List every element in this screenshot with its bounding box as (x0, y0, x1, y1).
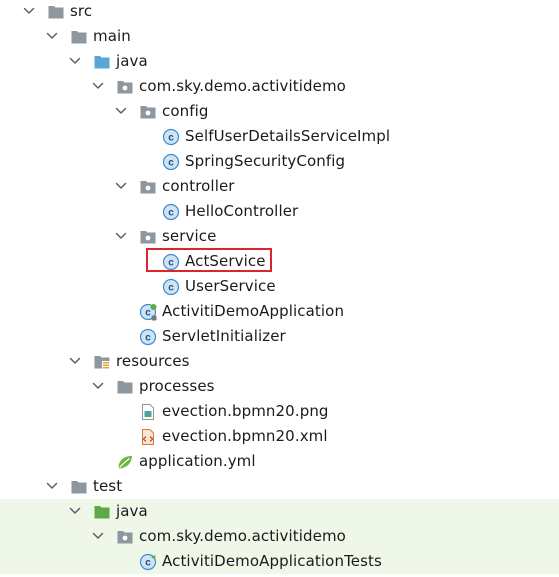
tree-item-label: ActivitiDemoApplication (162, 302, 345, 320)
class-icon: c (162, 128, 180, 146)
tree-item-label: evection.bpmn20.png (162, 402, 329, 420)
tree-item-label: evection.bpmn20.xml (162, 427, 328, 445)
tree-item-label: HelloController (185, 202, 299, 220)
package-icon (116, 78, 134, 96)
chevron-down-icon[interactable] (114, 179, 128, 193)
package-icon (116, 528, 134, 546)
tree-item-servlet-initializer[interactable]: c ServletInitializer (0, 324, 559, 349)
chevron-down-icon[interactable] (114, 229, 128, 243)
svg-text:c: c (145, 558, 151, 569)
tree-item-label: config (162, 102, 209, 120)
chevron-down-icon[interactable] (45, 479, 59, 493)
project-tree: src main java com.sky.demo.activitidemo conf… (0, 0, 559, 577)
tree-item-label: java (116, 52, 148, 70)
tree-item-label: main (93, 27, 131, 45)
yaml-leaf-icon (116, 453, 134, 471)
highlight-box-act-service (146, 248, 272, 272)
svg-text:c: c (168, 158, 174, 169)
tree-item-pkg-test[interactable]: com.sky.demo.activitidemo (0, 524, 559, 549)
tree-item-label: processes (139, 377, 215, 395)
tree-item-hello-controller[interactable]: c HelloController (0, 199, 559, 224)
tree-item-label: controller (162, 177, 235, 195)
package-icon (139, 103, 157, 121)
tree-item-spring-security-config[interactable]: c SpringSecurityConfig (0, 149, 559, 174)
tree-item-java-test[interactable]: java (0, 499, 559, 524)
tree-item-act-service[interactable]: c ActService (0, 249, 559, 274)
class-icon: c (162, 153, 180, 171)
svg-text:c: c (145, 333, 151, 344)
folder-icon (70, 478, 88, 496)
class-icon: c (162, 203, 180, 221)
test-source-folder-icon (93, 503, 111, 521)
tree-item-label: UserService (185, 277, 276, 295)
source-folder-icon (93, 53, 111, 71)
svg-text:c: c (168, 133, 174, 144)
chevron-down-icon[interactable] (91, 379, 105, 393)
folder-icon (116, 378, 134, 396)
tree-item-test[interactable]: test (0, 474, 559, 499)
tree-item-label: ActivitiDemoApplicationTests (162, 552, 382, 570)
chevron-down-icon[interactable] (45, 29, 59, 43)
test-class-icon: c (139, 553, 157, 571)
tree-item-main[interactable]: main (0, 24, 559, 49)
resources-folder-icon (93, 353, 111, 371)
package-icon (139, 228, 157, 246)
tree-item-label: java (116, 502, 148, 520)
tree-item-label: com.sky.demo.activitidemo (139, 77, 346, 95)
class-icon: c (139, 328, 157, 346)
tree-item-self-user-details[interactable]: c SelfUserDetailsServiceImpl (0, 124, 559, 149)
spring-boot-class-icon: c (139, 303, 157, 321)
tree-item-application-yml[interactable]: application.yml (0, 449, 559, 474)
chevron-down-icon[interactable] (68, 354, 82, 368)
image-file-icon (139, 403, 157, 421)
chevron-down-icon[interactable] (68, 54, 82, 68)
tree-item-label: resources (116, 352, 190, 370)
chevron-down-icon[interactable] (91, 529, 105, 543)
svg-text:c: c (168, 283, 174, 294)
folder-icon (70, 28, 88, 46)
class-icon: c (162, 278, 180, 296)
tree-item-label: ServletInitializer (162, 327, 286, 345)
tree-item-service[interactable]: service (0, 224, 559, 249)
tree-item-processes[interactable]: processes (0, 374, 559, 399)
tree-item-src[interactable]: src (0, 0, 559, 24)
tree-item-pkg-main[interactable]: com.sky.demo.activitidemo (0, 74, 559, 99)
tree-item-controller[interactable]: controller (0, 174, 559, 199)
tree-item-label: SelfUserDetailsServiceImpl (185, 127, 391, 145)
tree-item-activiti-demo-application-tests[interactable]: c ActivitiDemoApplicationTests (0, 549, 559, 574)
chevron-down-icon[interactable] (114, 104, 128, 118)
tree-item-user-service[interactable]: c UserService (0, 274, 559, 299)
tree-item-evection-xml[interactable]: evection.bpmn20.xml (0, 424, 559, 449)
tree-item-label: test (93, 477, 123, 495)
folder-icon (47, 3, 65, 21)
tree-item-config[interactable]: config (0, 99, 559, 124)
package-icon (139, 178, 157, 196)
svg-text:c: c (145, 308, 151, 319)
chevron-down-icon[interactable] (91, 79, 105, 93)
tree-item-activiti-demo-application[interactable]: c ActivitiDemoApplication (0, 299, 559, 324)
tree-item-label: SpringSecurityConfig (185, 152, 346, 170)
svg-text:c: c (168, 208, 174, 219)
tree-item-resources[interactable]: resources (0, 349, 559, 374)
tree-item-label: com.sky.demo.activitidemo (139, 527, 346, 545)
tree-item-label: application.yml (139, 452, 256, 470)
tree-item-evection-png[interactable]: evection.bpmn20.png (0, 399, 559, 424)
xml-file-icon (139, 428, 157, 446)
tree-item-java-main[interactable]: java (0, 49, 559, 74)
tree-item-label: src (70, 2, 93, 20)
tree-item-label: service (162, 227, 217, 245)
chevron-down-icon[interactable] (68, 504, 82, 518)
chevron-down-icon[interactable] (22, 4, 36, 18)
